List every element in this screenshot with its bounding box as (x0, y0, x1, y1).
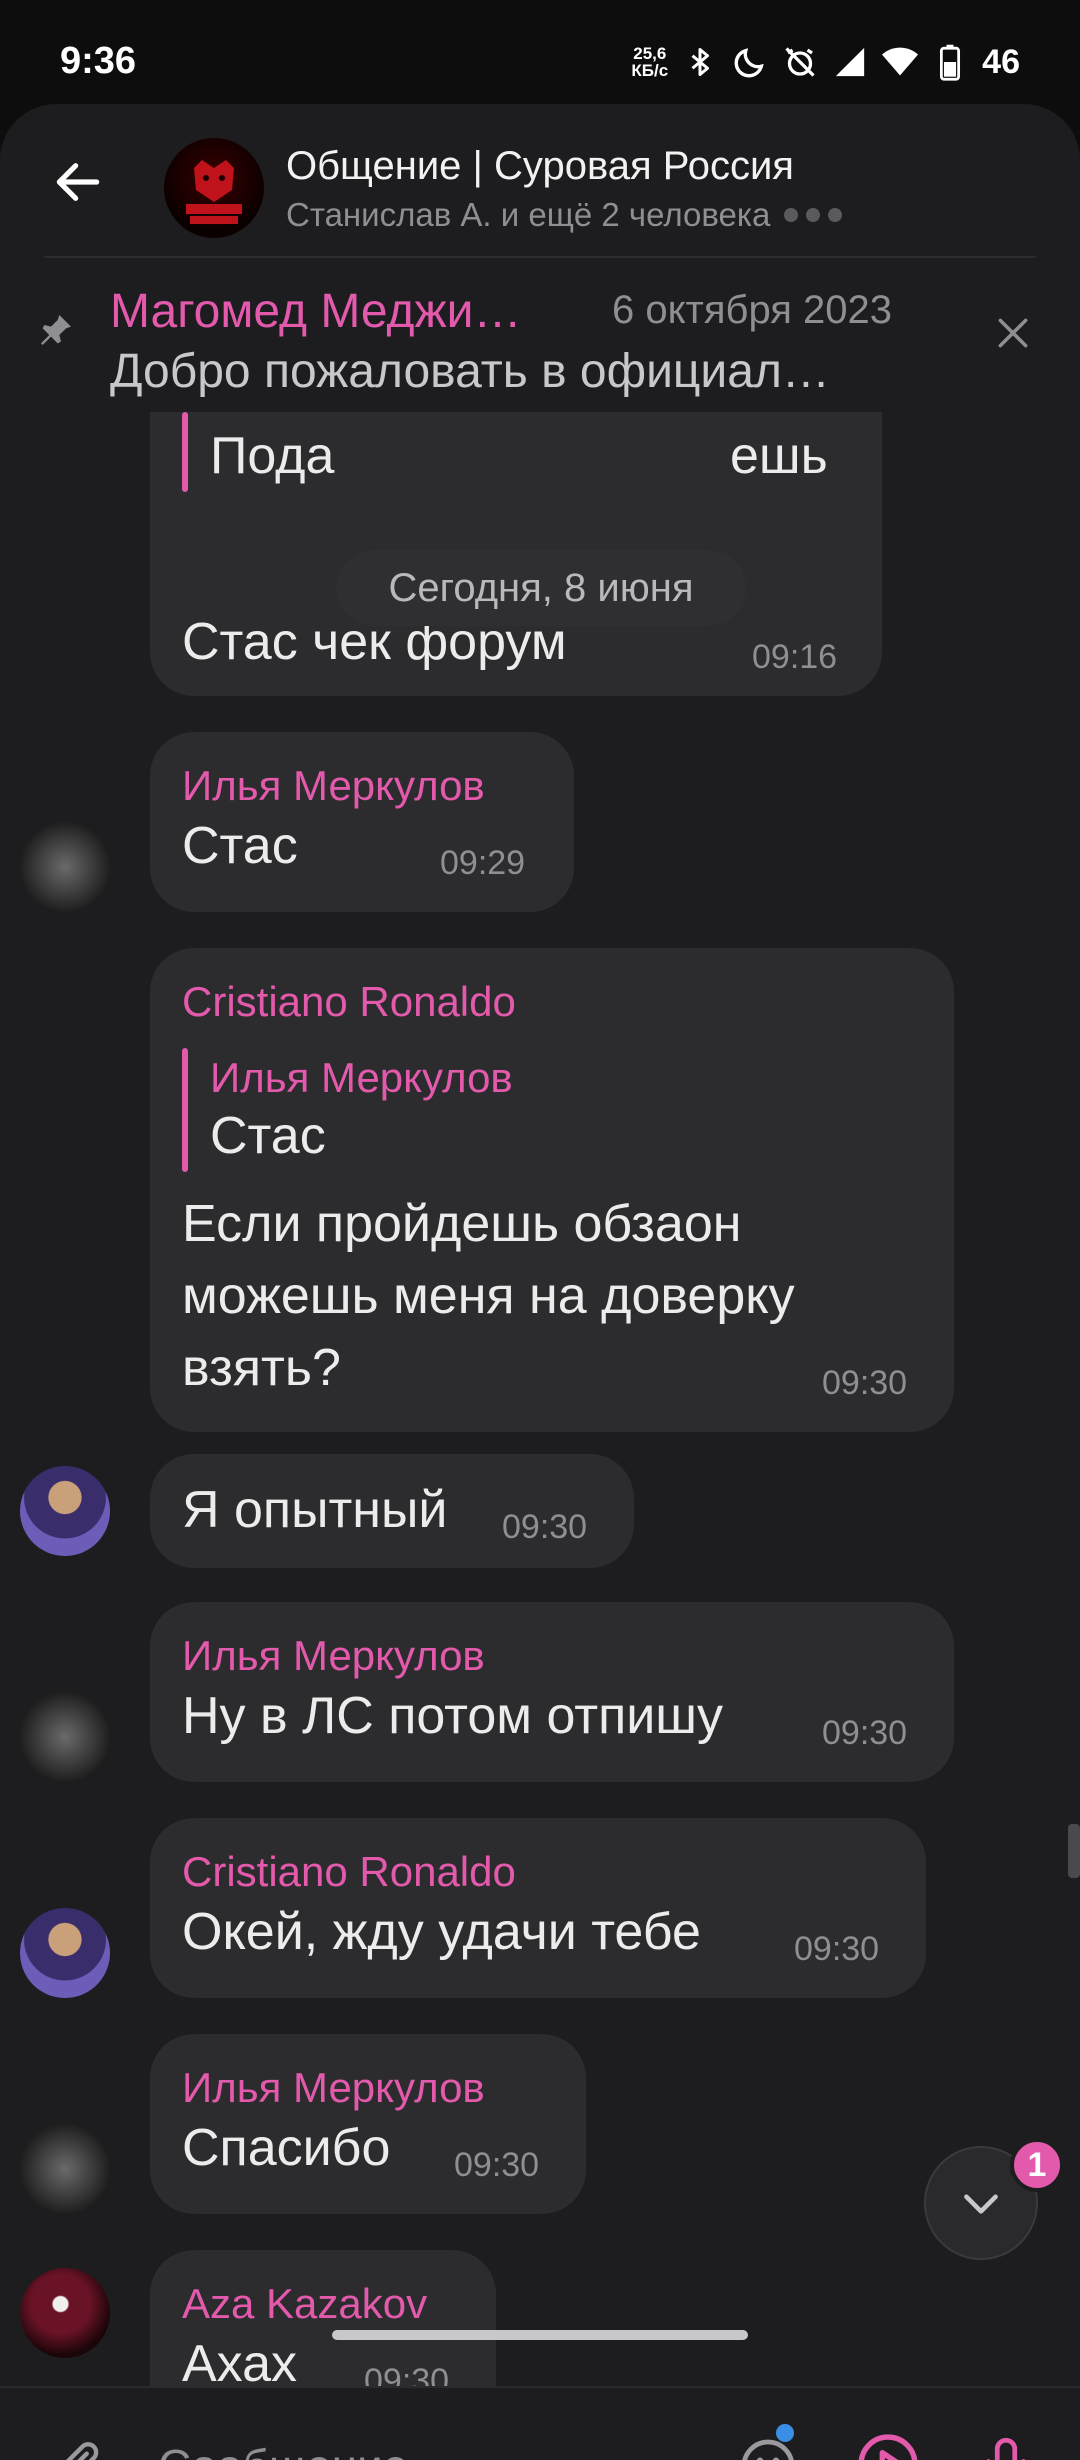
pinned-author: Магомед Меджи… (110, 285, 522, 338)
chat-subtitle: Станислав А. и ещё 2 человека (286, 196, 843, 234)
message-input[interactable] (158, 2428, 698, 2460)
video-message-button[interactable] (848, 2424, 928, 2460)
battery-icon (932, 44, 968, 81)
reply-sender-name: Илья Меркулов (210, 1054, 513, 1101)
attach-button[interactable] (40, 2426, 120, 2460)
pin-icon (36, 310, 76, 350)
message-time: 09:30 (822, 1714, 908, 1752)
sender-name[interactable]: Cristiano Ronaldo (182, 1848, 516, 1896)
scrollbar-thumb[interactable] (1068, 1824, 1080, 1878)
status-icons: 25,6 КБ/с 46 (631, 38, 1020, 86)
message-bubble[interactable]: Cristiano Ronaldo Илья Меркулов Стас Есл… (0, 948, 1080, 1432)
play-circle-icon (858, 2434, 918, 2460)
pinned-message[interactable]: Магомед Меджи… 6 октября 2023 Добро пожа… (0, 260, 1080, 412)
bluetooth-icon (682, 44, 718, 80)
close-icon (998, 318, 1028, 348)
alarm-off-icon (782, 44, 818, 80)
pinned-text: Добро пожаловать в официал… (110, 345, 830, 398)
date-separator: Сегодня, 8 июня (336, 550, 746, 626)
sender-name[interactable]: Cristiano Ronaldo (182, 978, 516, 1026)
message-time: 09:29 (440, 844, 526, 882)
avatar[interactable] (20, 2268, 110, 2358)
sender-name[interactable]: Илья Меркулов (182, 1632, 485, 1680)
message-time: 09:30 (502, 1508, 588, 1546)
message-list[interactable]: Сегодня, 8 июня Пода ешь Стас чек форум … (0, 412, 1080, 2386)
message-bubble[interactable]: Cristiano Ronaldo Окей, жду удачи тебе 0… (0, 1818, 1080, 1998)
close-pinned-button[interactable] (990, 310, 1036, 356)
message-text: Стас (182, 817, 298, 875)
back-button[interactable] (40, 144, 116, 220)
message-text: Спасибо (182, 2119, 391, 2177)
chat-header: Общение | Суровая Россия Станислав А. и … (0, 104, 1080, 256)
reply-quote-text: Пода (210, 427, 335, 485)
message-time: 09:16 (752, 638, 838, 676)
battery-level: 46 (982, 42, 1020, 81)
message-bubble[interactable]: Я опытный 09:30 (0, 1454, 1080, 1568)
network-speed-value: 25,6 (633, 44, 667, 63)
emoji-button[interactable] (728, 2426, 808, 2460)
reply-quote-text: Стас (210, 1107, 326, 1165)
sender-name[interactable]: Илья Меркулов (182, 762, 485, 810)
logo-emblem (186, 160, 242, 224)
message-text: Окей, жду удачи тебе (182, 1903, 701, 1961)
sender-name[interactable]: Aza Kazakov (182, 2280, 427, 2328)
avatar[interactable] (20, 1466, 110, 1556)
chat-members: Станислав А. и ещё 2 человека (286, 196, 771, 233)
pinned-date: 6 октября 2023 (612, 288, 892, 332)
message-text-line: можешь меня на доверку (182, 1267, 795, 1325)
message-text: Ну в ЛС потом отпишу (182, 1687, 723, 1745)
message-time: 09:30 (454, 2146, 540, 2184)
message-bubble[interactable]: Илья Меркулов Стас 09:29 (0, 732, 1080, 912)
status-time: 9:36 (60, 40, 137, 82)
emoji-notification-dot (776, 2424, 794, 2442)
network-speed-unit: КБ/с (631, 61, 669, 80)
arrow-left-icon (56, 163, 100, 201)
message-bubble[interactable]: Aza Kazakov Ахах 09:30 (0, 2250, 1080, 2386)
chevron-down-icon (964, 2194, 998, 2214)
network-speed: 25,6 КБ/с (631, 45, 668, 79)
avatar[interactable] (20, 1692, 110, 1782)
message-text-line: Если пройдешь обзаон (182, 1195, 742, 1253)
message-composer (0, 2386, 1080, 2460)
paperclip-icon (66, 2442, 99, 2460)
reply-quote-text-end: ешь (730, 427, 828, 485)
moon-icon (732, 44, 768, 80)
unread-count-badge: 1 (1010, 2138, 1064, 2192)
header-divider (44, 256, 1036, 258)
avatar[interactable] (20, 2124, 110, 2214)
avatar[interactable] (20, 822, 110, 912)
chat-screen: Общение | Суровая Россия Станислав А. и … (0, 104, 1080, 2460)
message-bubble[interactable]: Илья Меркулов Спасибо 09:30 (0, 2034, 1080, 2214)
wifi-icon (882, 44, 919, 80)
status-bar: 9:36 25,6 КБ/с 46 (0, 0, 1080, 110)
voice-message-button[interactable] (966, 2424, 1046, 2460)
signal-icon (832, 44, 868, 80)
chat-title[interactable]: Общение | Суровая Россия (286, 144, 794, 189)
microphone-icon (986, 2437, 1026, 2460)
message-time: 09:30 (794, 1930, 880, 1968)
message-time: 09:30 (822, 1364, 908, 1402)
message-text: Я опытный (182, 1481, 448, 1539)
sender-name[interactable]: Илья Меркулов (182, 2064, 485, 2112)
avatar[interactable] (20, 1908, 110, 1998)
chat-avatar[interactable] (164, 138, 264, 238)
message-text: Ахах (182, 2335, 298, 2386)
home-indicator[interactable] (332, 2330, 748, 2340)
message-bubble[interactable]: Илья Меркулов Ну в ЛС потом отпишу 09:30 (0, 1602, 1080, 1782)
message-text-line: взять? (182, 1339, 341, 1397)
message-time: 09:30 (364, 2362, 450, 2386)
typing-indicator (784, 208, 843, 222)
